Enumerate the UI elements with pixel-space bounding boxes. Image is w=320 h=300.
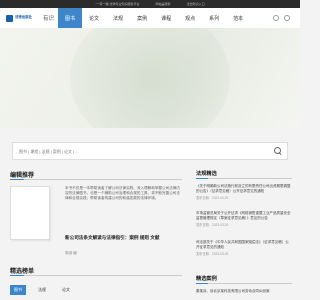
article-date: 发布日期：2023-03-29 (196, 196, 229, 200)
case-title[interactable]: 秦某诉、诉北京某科技有限公司劳动合同纠纷案 (196, 289, 292, 294)
divider (196, 178, 292, 179)
nav-item-laws[interactable]: 法规 (106, 8, 130, 28)
section-accent (196, 177, 208, 179)
topbar-platform-link[interactable]: "一带一路"法律专业知识服务平台 (95, 2, 139, 6)
laws-section-title: 法规精选 (196, 171, 217, 177)
cases-section-title: 精选案例 (196, 276, 217, 282)
nav-item-papers[interactable]: 论文 (82, 8, 106, 28)
brand-logo[interactable]: 法律出版社 有识 (6, 14, 54, 22)
search-bar (12, 142, 288, 160)
nav-item-books[interactable]: 图书 (58, 8, 83, 28)
nav-item-courses[interactable]: 课程 (154, 8, 178, 28)
nav-items: 图书 论文 法规 案例 课程 观点 系列 范本 (58, 8, 250, 28)
list-item[interactable]: 司法部关于《中华人民共和国国家赔偿法》（征求意见稿）公开征求意见的通知 发布日期… (196, 240, 292, 256)
article-date: 发布日期：2023-03-29 (196, 223, 229, 227)
choice-tabs: 图书 法规 论文 (10, 285, 74, 295)
section-accent (196, 282, 208, 284)
nav-item-cases[interactable]: 案例 (130, 8, 154, 28)
tab-books[interactable]: 图书 (10, 285, 26, 295)
nav-item-series[interactable]: 系列 (202, 8, 226, 28)
brand-name: 法律出版社 (15, 15, 32, 20)
top-info-bar: "一带一路"法律专业知识服务平台 阿帕盖服务 法治知识入口 (0, 0, 300, 8)
list-item[interactable]: 市场监管总局关于公开征求《网络销售重要工业产品质量安全监督管理规定（草案征求意见… (196, 211, 292, 227)
search-icon[interactable] (273, 146, 283, 156)
nav-item-templates[interactable]: 范本 (226, 8, 250, 28)
article-date: 发布日期：2023-03-29 (196, 252, 229, 256)
divider (10, 275, 182, 276)
divider (10, 179, 182, 180)
list-item[interactable]: 《关于明确新公司法施行前设立的有限责任公司出资期限调整的公告》（征求意见稿）公开… (196, 184, 292, 200)
article-title[interactable]: 司法部关于《中华人民共和国国家赔偿法》（征求意见稿）公开征求意见的通知 (196, 240, 292, 250)
nav-actions (273, 15, 290, 21)
article-title[interactable]: 《关于明确新公司法施行前设立的有限责任公司出资期限调整的公告》（征求意见稿）公开… (196, 184, 292, 194)
article-title[interactable]: 市场监管总局关于公开征求《网络销售重要工业产品质量安全监督管理规定（草案征求意见… (196, 211, 292, 221)
nav-item-views[interactable]: 观点 (178, 8, 202, 28)
tab-laws[interactable]: 法规 (34, 285, 50, 295)
book-title[interactable]: 新公司法条文解读与法律指引：案例 规则 文献 (65, 235, 159, 241)
book-description: 本书不仅是一本帮助读者了解公司法律实践、深入理解和掌握公司法律内容的法律图书，也… (65, 186, 180, 201)
cart-icon[interactable] (284, 15, 290, 21)
book-cover[interactable] (10, 186, 50, 240)
main-nav: 法律出版社 有识 图书 论文 法规 案例 课程 观点 系列 范本 (0, 8, 300, 28)
logo-mark-icon (6, 14, 13, 22)
brand-sub-name: 有识 (43, 16, 55, 22)
tab-papers[interactable]: 论文 (58, 285, 74, 295)
hero-banner (0, 28, 300, 128)
divider (196, 283, 292, 284)
section-accent (10, 178, 24, 180)
topbar-entry-link[interactable]: 法治知识入口 (187, 2, 205, 6)
topbar-service-link[interactable]: 阿帕盖服务 (156, 2, 171, 6)
user-icon[interactable] (273, 15, 279, 21)
book-author: 周游 编 (65, 251, 77, 255)
section-accent (10, 274, 24, 276)
hero-background (70, 28, 230, 128)
search-input[interactable] (13, 148, 273, 154)
list-item[interactable]: 秦某诉、诉北京某科技有限公司劳动合同纠纷案 (196, 289, 292, 294)
